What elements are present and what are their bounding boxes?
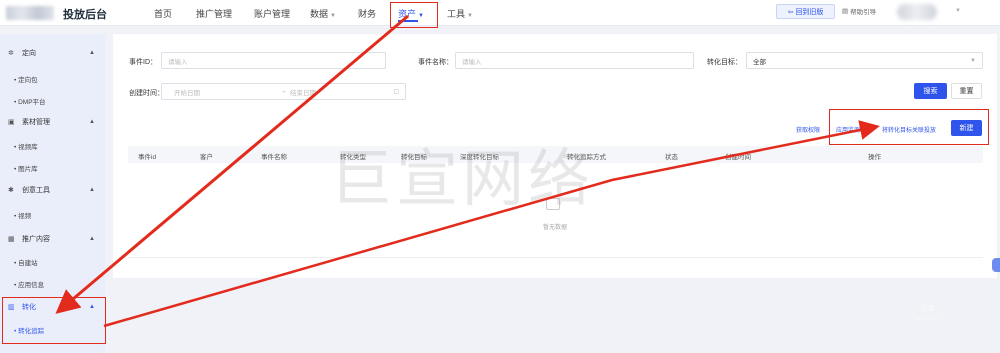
annotation-arrows <box>55 14 880 328</box>
arrow-conversion-to-actions <box>103 120 880 328</box>
arrow-assets-to-conversion <box>55 14 409 314</box>
